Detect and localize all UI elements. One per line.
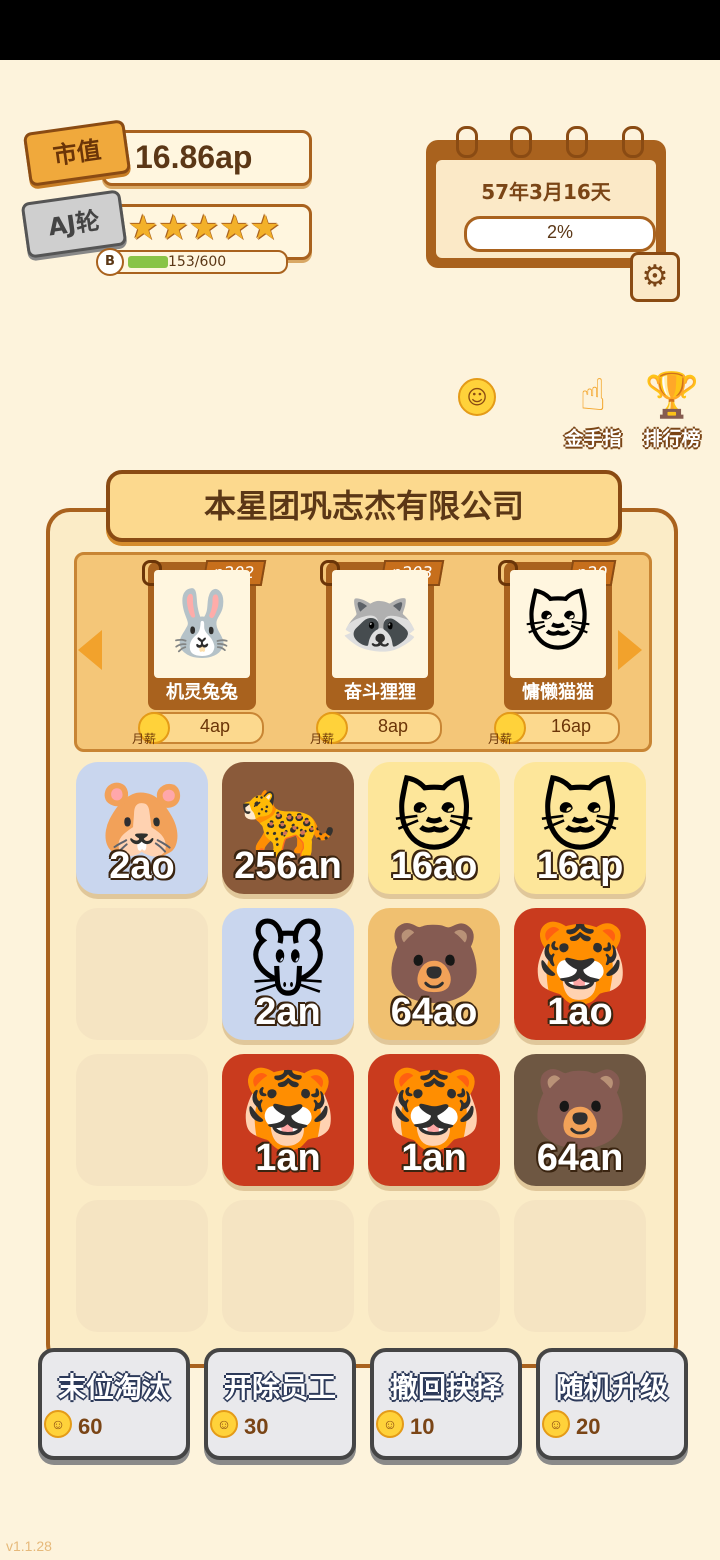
shop-card[interactable]: p20 🐱 慵懒猫猫 <box>498 560 617 710</box>
action-label: 撤回抉择 <box>389 1371 502 1404</box>
smiley-icon: ☺ <box>458 378 496 416</box>
mood-bar: 2% <box>464 216 656 252</box>
game-date: 57年3月16天 <box>481 180 611 204</box>
price-value: 8ap <box>377 716 409 736</box>
action-label: 随机升级 <box>555 1371 668 1404</box>
calendar-page: 57年3月16天 2% ☺ <box>436 160 656 416</box>
smiley-icon: ☺ <box>376 1410 404 1438</box>
card-name: 奋斗狸狸 <box>344 682 416 703</box>
settings-gear-icon[interactable]: ⚙ <box>630 252 680 302</box>
action-cost: ☺ 30 <box>210 1410 269 1440</box>
employee-value: 64an <box>536 1137 624 1179</box>
action-label: 末位淘汰 <box>57 1371 170 1404</box>
golden-finger-label: 金手指 <box>564 428 622 450</box>
employee-value: 64ao <box>390 991 478 1033</box>
employee-tile[interactable]: 🐭 2an <box>222 908 354 1040</box>
employee-value: 2an <box>255 991 321 1033</box>
employee-value: 2ao <box>109 845 175 887</box>
salary-tag: 月薪 <box>132 732 157 746</box>
xp-progress-text: 153/600 <box>168 254 227 270</box>
employee-value: 16ao <box>390 845 478 887</box>
employee-tile[interactable]: 🐻 64an <box>514 1054 646 1186</box>
eliminate-last-button[interactable]: 末位淘汰 ☺ 60 <box>38 1348 190 1460</box>
card-price[interactable]: 月薪 4ap <box>132 712 264 746</box>
employee-value: 1ao <box>547 991 613 1033</box>
employee-portrait: 🐱 <box>510 570 606 678</box>
employee-tile[interactable]: 🐯 1ao <box>514 908 646 1040</box>
action-cost: ☺ 60 <box>44 1410 103 1440</box>
version-label: v1.1.28 <box>6 1538 52 1554</box>
golden-finger-button[interactable]: ☝ 金手指 <box>558 368 628 451</box>
action-cost-value: 30 <box>244 1414 269 1439</box>
employee-tile[interactable]: 🐯 1an <box>368 1054 500 1186</box>
price-value: 16ap <box>550 716 592 736</box>
employee-tile[interactable]: 🐹 2ao <box>76 762 208 894</box>
action-cost-value: 20 <box>576 1414 601 1439</box>
price-value: 4ap <box>199 716 231 736</box>
employee-portrait: 🐰 <box>154 570 250 678</box>
market-value-panel: 16.86ap <box>102 130 312 186</box>
calendar-ring-icon <box>456 126 478 158</box>
empty-slot[interactable] <box>76 1054 208 1186</box>
action-cost: ☺ 10 <box>376 1410 435 1440</box>
empty-slot[interactable] <box>222 1200 354 1332</box>
rating-stars: ★★★★★ <box>128 208 280 248</box>
employee-tile[interactable]: 🐱 16ao <box>368 762 500 894</box>
random-upgrade-button[interactable]: 随机升级 ☺ 20 <box>536 1348 688 1460</box>
trophy-icon: 🏆 <box>644 370 700 421</box>
market-value: 16.86ap <box>135 139 253 175</box>
shop-prev-arrow-icon[interactable] <box>78 630 102 670</box>
card-price[interactable]: 月薪 16ap <box>488 712 620 746</box>
action-cost-value: 60 <box>78 1414 103 1439</box>
action-cost: ☺ 20 <box>542 1410 601 1440</box>
shop-card[interactable]: p203 🦝 奋斗狸狸 <box>320 560 445 710</box>
empty-slot[interactable] <box>368 1200 500 1332</box>
employee-tile[interactable]: 🐱 16ap <box>514 762 646 894</box>
ranking-button[interactable]: 🏆 排行榜 <box>636 368 708 451</box>
shop-card[interactable]: p202 🐰 机灵兔兔 <box>142 560 267 710</box>
salary-tag: 月薪 <box>310 732 335 746</box>
employee-value: 1an <box>401 1137 467 1179</box>
action-label: 开除员工 <box>223 1371 336 1404</box>
action-cost-value: 10 <box>410 1414 435 1439</box>
employee-value: 256an <box>234 845 342 887</box>
card-name: 机灵兔兔 <box>166 682 238 703</box>
card-name: 慵懒猫猫 <box>522 682 594 703</box>
employee-portrait: 🦝 <box>332 570 428 678</box>
company-name: 本星团巩志杰有限公司 <box>106 470 622 542</box>
star-rating-text: ★★★★★ <box>128 208 281 248</box>
employee-tile[interactable]: 🐯 1an <box>222 1054 354 1186</box>
salary-tag: 月薪 <box>488 732 513 746</box>
ranking-label: 排行榜 <box>643 428 701 450</box>
empty-slot[interactable] <box>76 908 208 1040</box>
employee-tile[interactable]: 🐻 64ao <box>368 908 500 1040</box>
shop-next-arrow-icon[interactable] <box>618 630 642 670</box>
xp-progress-bar: 153/600 <box>104 250 288 274</box>
employee-value: 16ap <box>536 845 624 887</box>
empty-slot[interactable] <box>514 1200 646 1332</box>
calendar-ring-icon <box>510 126 532 158</box>
smiley-icon: ☺ <box>210 1410 238 1438</box>
fire-employee-button[interactable]: 开除员工 ☺ 30 <box>204 1348 356 1460</box>
smiley-icon: ☺ <box>44 1410 72 1438</box>
level-badge: B <box>96 248 124 276</box>
mood-percent: 2% <box>546 222 573 242</box>
calendar-ring-icon <box>566 126 588 158</box>
smiley-icon: ☺ <box>542 1410 570 1438</box>
xp-progress-fill <box>128 256 168 268</box>
employee-value: 1an <box>255 1137 321 1179</box>
calendar-panel: 57年3月16天 2% ☺ <box>426 126 666 416</box>
undo-choice-button[interactable]: 撤回抉择 ☺ 10 <box>370 1348 522 1460</box>
employee-tile[interactable]: 🐆 256an <box>222 762 354 894</box>
card-price[interactable]: 月薪 8ap <box>310 712 442 746</box>
pointing-hand-icon: ☝ <box>579 370 607 421</box>
calendar-ring-icon <box>622 126 644 158</box>
system-status-bar <box>0 0 720 60</box>
empty-slot[interactable] <box>76 1200 208 1332</box>
